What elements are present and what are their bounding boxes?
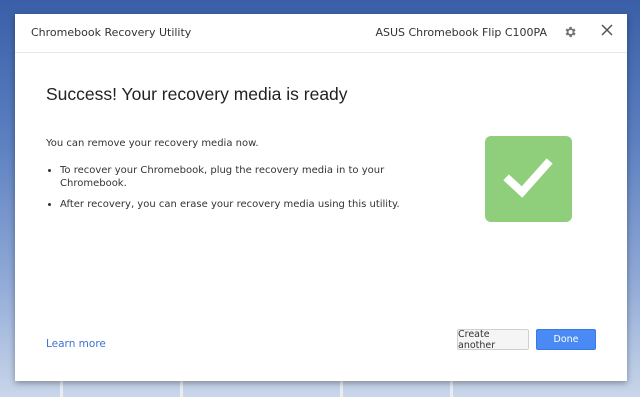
success-badge [485, 136, 572, 222]
list-item: After recovery, you can erase your recov… [60, 198, 420, 211]
title-bar: Chromebook Recovery Utility ASUS Chromeb… [15, 14, 627, 53]
wallpaper-post [450, 379, 453, 397]
page-title: Success! Your recovery media is ready [46, 84, 348, 104]
list-item: To recover your Chromebook, plug the rec… [60, 164, 420, 190]
create-another-button[interactable]: Create another [457, 329, 529, 351]
checkmark-icon [503, 158, 553, 198]
device-name: ASUS Chromebook Flip C100PA [375, 26, 547, 39]
gear-icon[interactable] [563, 25, 577, 39]
close-icon[interactable] [600, 24, 614, 38]
done-button[interactable]: Done [536, 329, 596, 350]
recovery-dialog: Chromebook Recovery Utility ASUS Chromeb… [15, 14, 627, 381]
learn-more-link[interactable]: Learn more [46, 338, 106, 350]
app-title: Chromebook Recovery Utility [31, 26, 192, 39]
intro-text: You can remove your recovery media now. [46, 138, 259, 149]
instructions-list: To recover your Chromebook, plug the rec… [46, 164, 420, 219]
